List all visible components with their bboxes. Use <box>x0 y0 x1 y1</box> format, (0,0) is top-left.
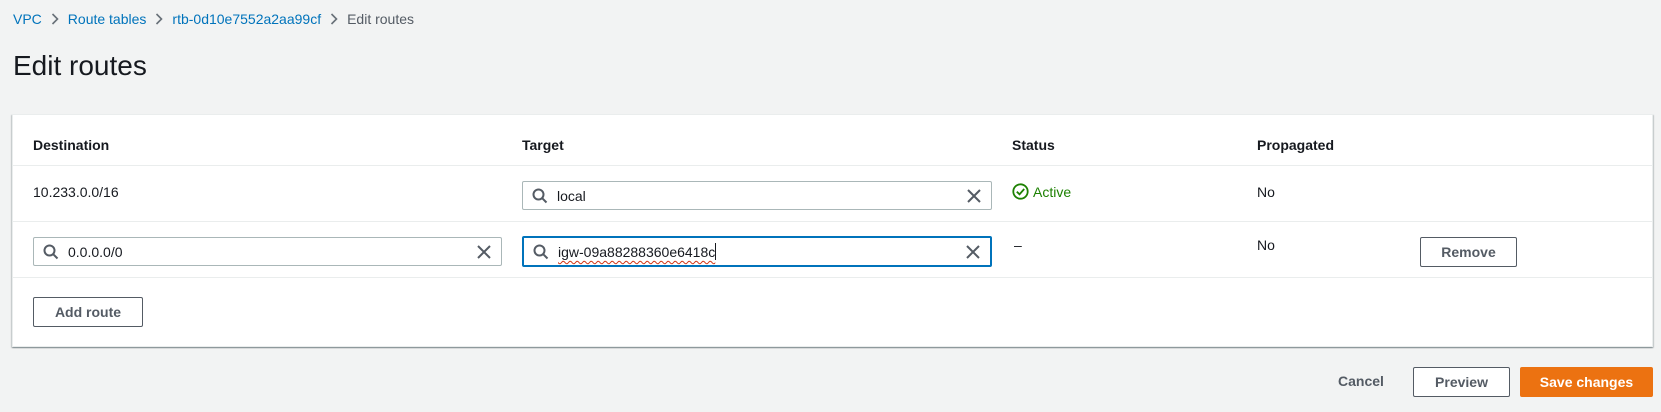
divider <box>13 221 1652 222</box>
target-input-value: igw-09a88288360e6418c <box>558 243 956 260</box>
propagated-text: No <box>1257 237 1275 253</box>
routes-panel: Destination Target Status Propagated 10.… <box>12 114 1653 347</box>
header-destination: Destination <box>33 137 110 153</box>
search-icon <box>524 244 558 260</box>
breadcrumb: VPC Route tables rtb-0d10e7552a2aa99cf E… <box>13 10 414 28</box>
breadcrumb-current: Edit routes <box>347 11 415 27</box>
search-icon <box>34 244 68 260</box>
target-input-value: local <box>557 187 586 204</box>
chevron-right-icon <box>42 13 68 25</box>
propagated-text: No <box>1257 184 1275 200</box>
destination-input-row2[interactable]: 0.0.0.0/0 <box>33 237 502 266</box>
check-circle-icon <box>1012 183 1029 200</box>
clear-icon[interactable] <box>957 188 991 203</box>
clear-icon[interactable] <box>956 244 990 259</box>
target-input-row1[interactable]: local <box>522 181 992 210</box>
header-propagated: Propagated <box>1257 137 1335 153</box>
status-text: Active <box>1033 183 1072 200</box>
target-input-row2[interactable]: igw-09a88288360e6418c <box>522 236 992 267</box>
breadcrumb-vpc[interactable]: VPC <box>13 11 42 27</box>
chevron-right-icon <box>321 13 347 25</box>
header-status: Status <box>1012 137 1055 153</box>
remove-button[interactable]: Remove <box>1420 237 1517 267</box>
divider <box>13 165 1652 166</box>
status-badge: Active <box>1012 183 1071 200</box>
text-caret <box>715 243 717 260</box>
cancel-button[interactable]: Cancel <box>1338 373 1384 389</box>
search-icon <box>523 188 557 204</box>
save-changes-button[interactable]: Save changes <box>1520 367 1653 397</box>
chevron-right-icon <box>146 13 172 25</box>
target-input-text: igw-09a88288360e6418c <box>558 244 716 260</box>
status-text: – <box>1014 237 1022 253</box>
route-destination-text: 10.233.0.0/16 <box>33 184 119 200</box>
destination-input-value: 0.0.0.0/0 <box>68 243 123 260</box>
clear-icon[interactable] <box>467 244 501 259</box>
page-title: Edit routes <box>13 50 147 81</box>
add-route-button[interactable]: Add route <box>33 297 143 327</box>
preview-button[interactable]: Preview <box>1413 367 1510 397</box>
header-target: Target <box>522 137 564 153</box>
breadcrumb-route-tables[interactable]: Route tables <box>68 11 147 27</box>
divider <box>13 277 1652 278</box>
breadcrumb-route-table-id[interactable]: rtb-0d10e7552a2aa99cf <box>172 11 321 27</box>
